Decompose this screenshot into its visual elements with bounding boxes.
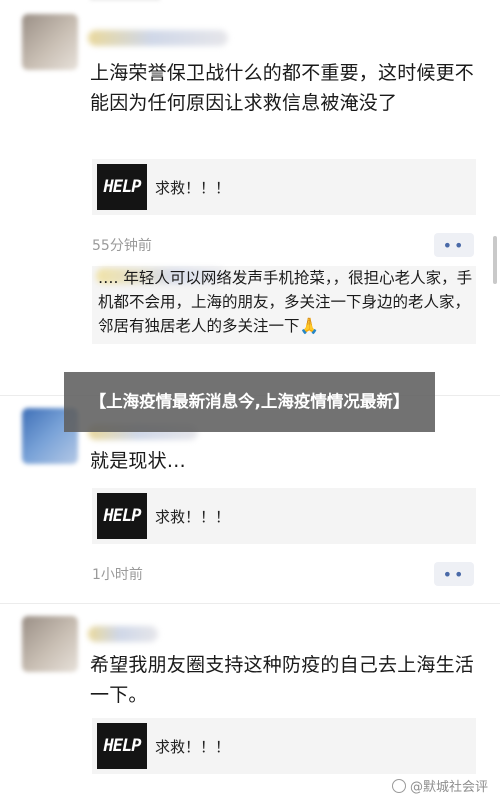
more-options-button[interactable]: •• (434, 562, 474, 586)
link-card-title: 求救！！！ (155, 507, 231, 526)
avatar[interactable] (22, 616, 78, 672)
post-text: 就是现状… (90, 450, 187, 472)
watermark-logo-icon (391, 778, 406, 793)
watermark-text: @默城社会评 (409, 780, 488, 795)
more-options-button[interactable]: •• (434, 233, 474, 257)
scrollbar[interactable] (493, 236, 497, 284)
avatar[interactable] (22, 14, 78, 70)
help-logo-icon: HELP (97, 723, 147, 769)
nickname-blurred[interactable] (88, 30, 228, 46)
link-card-title: 求救！！！ (155, 737, 231, 756)
comment-box: …. 年轻人可以网络发声手机抢菜，，很担心老人家，手机都不会用，上海的朋友，多关… (92, 266, 476, 344)
post-text: 上海荣誉保卫战什么的都不重要，这时候更不能因为任何原因让求救信息被淹没了 (90, 62, 475, 114)
link-card[interactable]: HELP 求救！！！ (92, 718, 476, 774)
link-card[interactable]: HELP 求救！！！ (92, 159, 476, 215)
comment-text: …. 年轻人可以网络发声手机抢菜，，很担心老人家，手机都不会用，上海的朋友，多关… (98, 269, 473, 335)
nickname-blurred[interactable] (88, 626, 158, 642)
headline-banner: 【上海疫情最新消息今,上海疫情情况最新】 (64, 372, 435, 432)
link-card[interactable]: HELP 求救！！！ (92, 488, 476, 544)
post-text: 希望我朋友圈支持这种防疫的自己去上海生活一下。 (90, 654, 475, 706)
link-card-title: 求救！！！ (155, 178, 231, 197)
post-time: 1小时前 (92, 567, 143, 583)
post-time: 55分钟前 (92, 238, 152, 254)
watermark: @默城社会评 (391, 776, 488, 795)
divider (0, 603, 500, 604)
help-logo-icon: HELP (97, 164, 147, 210)
help-logo-icon: HELP (97, 493, 147, 539)
